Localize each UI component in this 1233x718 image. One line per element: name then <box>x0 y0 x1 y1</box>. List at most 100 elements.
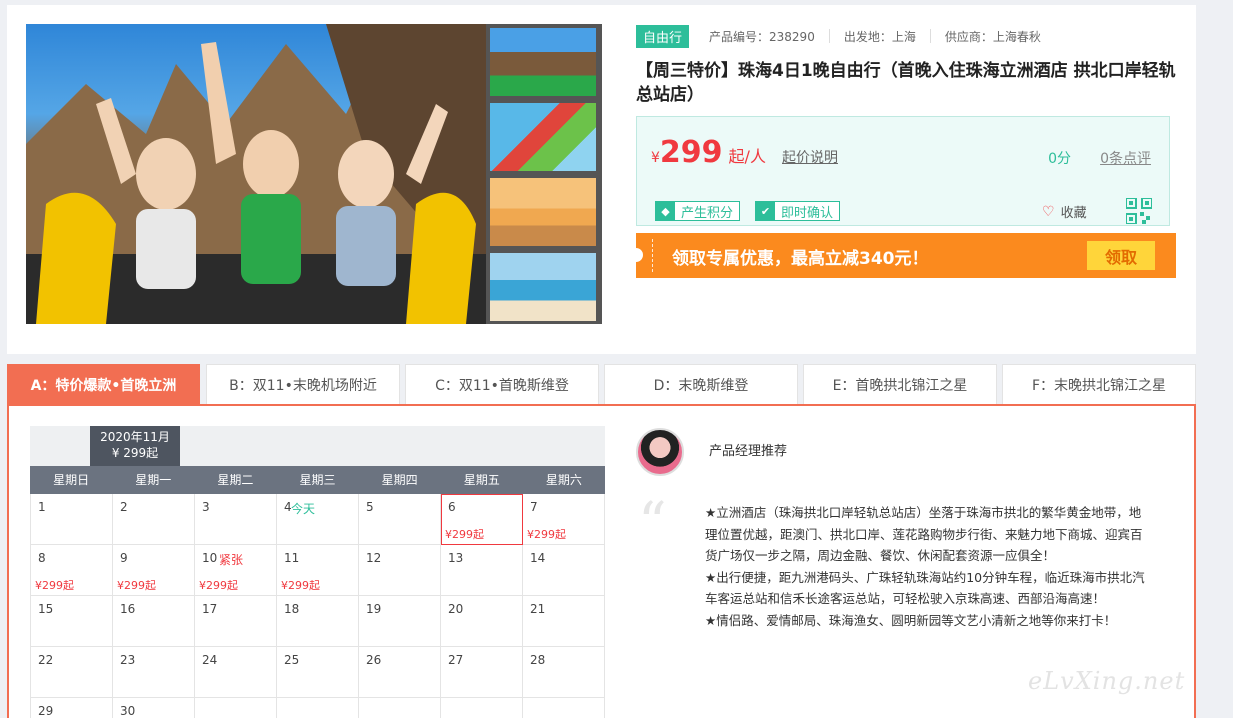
meta-row: 自由行 产品编号：238290 出发地：上海 供应商：上海春秋 <box>636 24 1176 48</box>
price: ¥ 299 起/人 <box>651 135 766 170</box>
day-number: 8 <box>38 551 46 565</box>
calendar-day[interactable]: 17 <box>195 596 277 647</box>
thumbnail-strip <box>490 28 598 328</box>
calendar-day[interactable]: 25 <box>277 647 359 698</box>
check-icon: ✔ <box>756 202 775 220</box>
coupon-notch <box>629 248 643 262</box>
price-unit: 起/人 <box>728 147 766 166</box>
weekday-thu: 星期四 <box>381 473 418 487</box>
watermark: eLvXing.net <box>1028 667 1186 695</box>
thumbnail-coaster[interactable] <box>490 28 596 96</box>
badge-points: ◆ 产生积分 <box>655 201 741 221</box>
calendar-day[interactable]: 13 <box>441 545 523 596</box>
calendar-day[interactable]: 7 ¥299起 <box>523 494 605 545</box>
tag-free-travel: 自由行 <box>636 24 690 48</box>
calendar-day[interactable]: 24 <box>195 647 277 698</box>
weekday-wed: 星期三 <box>299 473 336 487</box>
calendar-day[interactable]: 2 <box>113 494 195 545</box>
claim-coupon-button[interactable]: 领取 <box>1087 241 1155 270</box>
calendar-empty-cell <box>277 698 359 718</box>
day-price: ¥299起 <box>117 579 156 592</box>
qr-code-icon[interactable] <box>1126 198 1152 224</box>
day-number: 12 <box>366 551 382 565</box>
calendar-day[interactable]: 23 <box>113 647 195 698</box>
calendar-day[interactable]: 28 <box>523 647 605 698</box>
calendar-empty-cell <box>441 698 523 718</box>
calendar-day[interactable]: 11 ¥299起 <box>277 545 359 596</box>
calendar-day[interactable]: 1 <box>31 494 113 545</box>
tab-package-d[interactable]: D：末晚斯维登 <box>604 364 798 404</box>
calendar-day[interactable]: 3 <box>195 494 277 545</box>
month-label: 2020年11月 <box>100 430 170 444</box>
day-number: 19 <box>366 602 382 616</box>
thumbnail-waterpark[interactable] <box>490 103 596 171</box>
photo-gallery <box>26 24 602 324</box>
quote-icon: “ <box>638 491 667 556</box>
package-panel: 2020年11月 ¥ 299起 星期日 星期一 星期二 星期三 星期四 星期五 … <box>7 404 1196 718</box>
recommendation-title: 产品经理推荐 <box>709 444 788 459</box>
favorite-button[interactable]: ♡ 收藏 <box>1042 202 1087 222</box>
badge-instant-confirm: ✔ 即时确认 <box>755 201 841 221</box>
tab-package-f[interactable]: F：末晚拱北锦江之星 <box>1002 364 1196 404</box>
month-price: ¥ 299起 <box>111 446 159 460</box>
tab-package-c[interactable]: C：双11•首晚斯维登 <box>405 364 599 404</box>
day-number: 28 <box>530 653 546 667</box>
reviews-link[interactable]: 0条点评 <box>1100 148 1151 168</box>
calendar-empty-cell <box>523 698 605 718</box>
day-number: 17 <box>202 602 218 616</box>
day-number: 3 <box>202 500 210 514</box>
calendar-day[interactable]: 4 今天 <box>277 494 359 545</box>
weekday-mon: 星期一 <box>135 473 172 487</box>
calendar-day[interactable]: 5 <box>359 494 441 545</box>
tab-package-a[interactable]: A：特价爆款•首晚立洲 <box>7 364 200 404</box>
day-number: 18 <box>284 602 300 616</box>
calendar-day[interactable]: 15 <box>31 596 113 647</box>
month-selector[interactable]: 2020年11月 ¥ 299起 <box>90 426 180 466</box>
day-number: 9 <box>120 551 128 565</box>
calendar-header: 2020年11月 ¥ 299起 <box>30 426 605 466</box>
calendar-day[interactable]: 19 <box>359 596 441 647</box>
day-number: 29 <box>38 704 54 718</box>
tab-package-b[interactable]: B：双11•末晚机场附近 <box>206 364 400 404</box>
thumbnail-beach-sunset[interactable] <box>490 178 596 246</box>
calendar-day[interactable]: 29 <box>31 698 113 718</box>
calendar-day[interactable]: 14 <box>523 545 605 596</box>
calendar-day[interactable]: 27 <box>441 647 523 698</box>
day-price: ¥299起 <box>199 579 238 592</box>
calendar-day[interactable]: 8 ¥299起 <box>31 545 113 596</box>
day-number: 27 <box>448 653 464 667</box>
calendar-day[interactable]: 20 <box>441 596 523 647</box>
price-explain-link[interactable]: 起价说明 <box>782 147 838 167</box>
main-photo[interactable] <box>26 24 486 324</box>
calendar-empty-cell <box>359 698 441 718</box>
calendar-day[interactable]: 6 ¥299起 <box>441 494 523 545</box>
day-number: 15 <box>38 602 54 616</box>
calendar-empty-cell <box>195 698 277 718</box>
heart-icon: ♡ <box>1042 203 1055 220</box>
weekday-tue: 星期二 <box>217 473 254 487</box>
calendar-day[interactable]: 9 ¥299起 <box>113 545 195 596</box>
calendar-day[interactable]: 16 <box>113 596 195 647</box>
day-number: 14 <box>530 551 546 565</box>
day-number: 11 <box>284 551 300 565</box>
tab-package-e[interactable]: E：首晚拱北锦江之星 <box>803 364 997 404</box>
day-number: 16 <box>120 602 136 616</box>
thumbnail-beach[interactable] <box>490 253 596 321</box>
calendar-day[interactable]: 18 <box>277 596 359 647</box>
divider <box>828 29 830 43</box>
day-number: 24 <box>202 653 218 667</box>
calendar-day[interactable]: 10 紧张 ¥299起 <box>195 545 277 596</box>
rating-score: 0分 <box>1048 151 1071 167</box>
favorite-label: 收藏 <box>1060 206 1087 221</box>
calendar-day[interactable]: 26 <box>359 647 441 698</box>
calendar-day[interactable]: 12 <box>359 545 441 596</box>
weekday-sat: 星期六 <box>545 473 582 487</box>
recommendation-line: ★出行便捷，距九洲港码头、广珠轻轨珠海站约10分钟车程，临近珠海市拱北汽车客运总… <box>705 569 1145 607</box>
badge-confirm-label: 即时确认 <box>781 205 834 221</box>
day-number: 26 <box>366 653 382 667</box>
calendar-day[interactable]: 22 <box>31 647 113 698</box>
calendar-day[interactable]: 21 <box>523 596 605 647</box>
calendar-day[interactable]: 30 <box>113 698 195 718</box>
package-tabs: A：特价爆款•首晚立洲 B：双11•末晚机场附近 C：双11•首晚斯维登 D：末… <box>7 364 1196 404</box>
day-number: 10 <box>202 551 218 565</box>
